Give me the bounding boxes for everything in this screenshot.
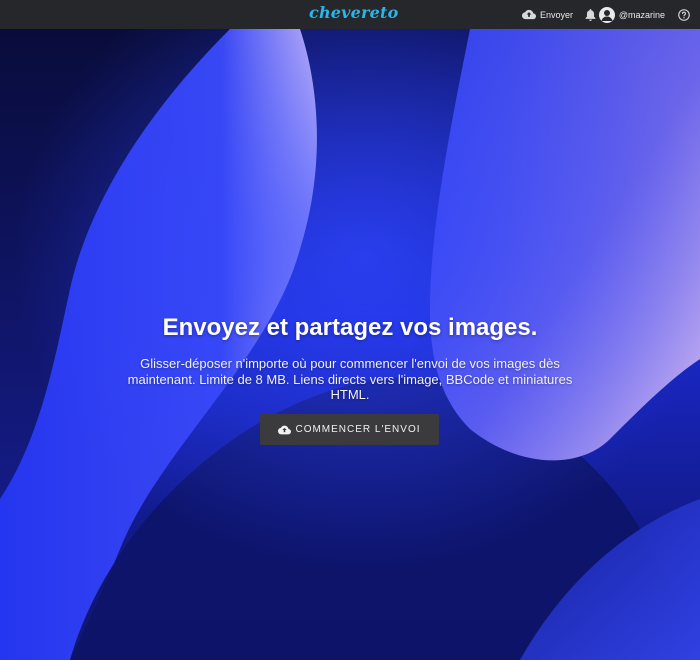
- start-upload-button[interactable]: COMMENCER L'ENVOI: [260, 414, 439, 445]
- hero-section[interactable]: Envoyez et partagez vos images. Glisser-…: [0, 29, 700, 660]
- logo[interactable]: chevereto: [309, 3, 399, 22]
- cloud-upload-icon: [521, 9, 536, 20]
- top-bar: chevereto Envoyer @mazarine: [0, 0, 700, 29]
- hero-title: Envoyez et partagez vos images.: [162, 314, 538, 341]
- cloud-upload-icon: [278, 425, 292, 434]
- hero-description: Glisser-déposer n'importe où pour commen…: [127, 356, 573, 402]
- upload-button[interactable]: Envoyer: [521, 0, 573, 29]
- notifications-button[interactable]: [585, 8, 596, 26]
- upload-label: Envoyer: [539, 9, 573, 20]
- bell-icon: [585, 9, 596, 21]
- username-label: @mazarine: [618, 9, 665, 20]
- help-circle-icon: [678, 9, 690, 21]
- start-upload-label: COMMENCER L'ENVOI: [295, 424, 421, 435]
- hero-content: Envoyez et partagez vos images. Glisser-…: [0, 29, 700, 660]
- user-avatar-icon: [598, 6, 615, 23]
- help-button[interactable]: [678, 8, 690, 26]
- user-menu[interactable]: @mazarine: [598, 0, 665, 29]
